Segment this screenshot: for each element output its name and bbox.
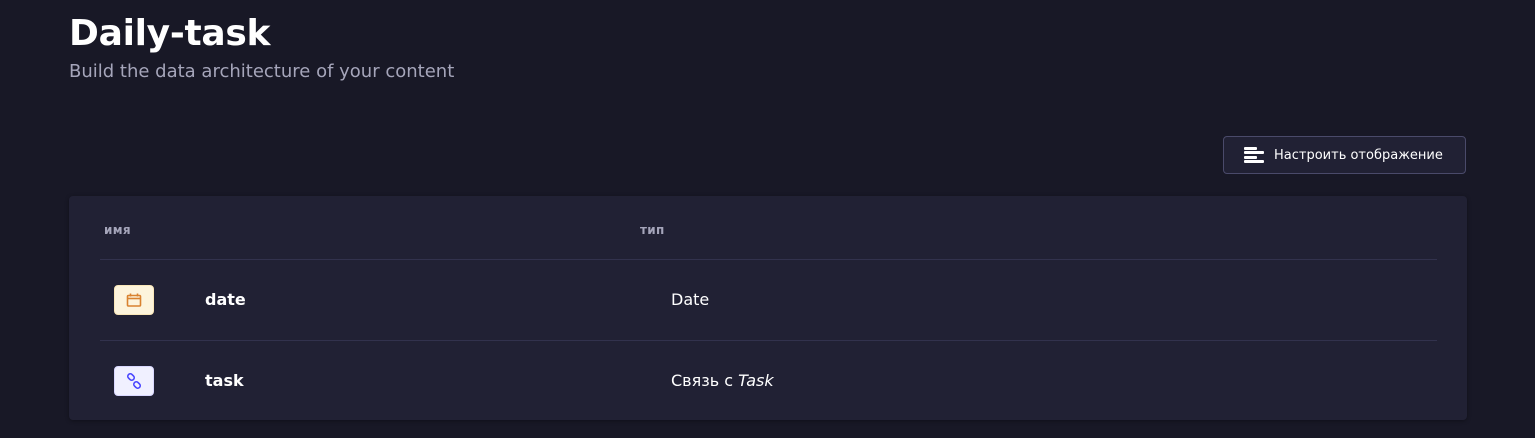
configure-view-button[interactable]: Настроить отображение: [1223, 136, 1466, 174]
page-title: Daily-task: [69, 13, 271, 54]
calendar-icon: [114, 285, 154, 315]
fields-table: имя тип date Date task Связь с Task: [69, 196, 1467, 420]
configure-view-label: Настроить отображение: [1274, 147, 1443, 163]
column-header-name: имя: [104, 223, 131, 237]
relation-target: Task: [738, 371, 774, 390]
table-header-row: имя тип: [100, 196, 1437, 260]
table-row[interactable]: date Date: [100, 260, 1437, 341]
list-layout-icon: [1244, 146, 1264, 164]
field-name: date: [205, 290, 246, 309]
content-type-builder-page: Daily-task Build the data architecture o…: [0, 0, 1535, 438]
field-name: task: [205, 371, 244, 390]
relation-prefix: Связь с: [671, 371, 734, 390]
column-header-type: тип: [640, 223, 665, 237]
page-subtitle: Build the data architecture of your cont…: [69, 61, 455, 82]
field-type: Связь с Task: [671, 371, 774, 390]
field-type: Date: [671, 290, 710, 309]
relation-link-icon: [114, 366, 154, 396]
page-header: Daily-task Build the data architecture o…: [69, 12, 454, 84]
table-row[interactable]: task Связь с Task: [100, 341, 1437, 421]
